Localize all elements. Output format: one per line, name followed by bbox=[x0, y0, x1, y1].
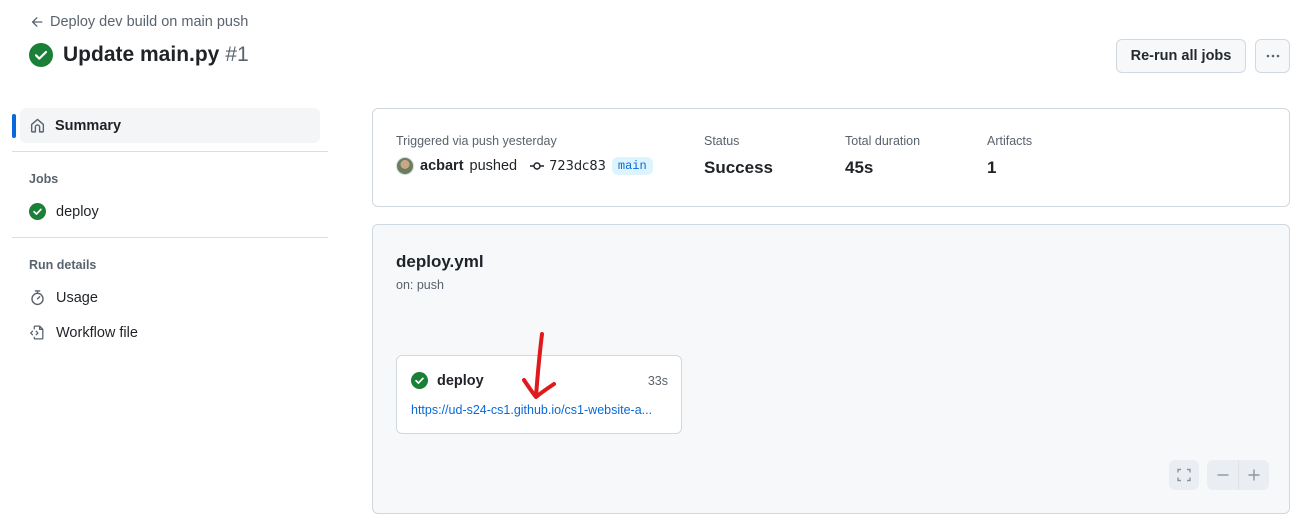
run-summary-card: Triggered via push yesterday acbart push… bbox=[372, 108, 1290, 207]
workflow-trigger: on: push bbox=[396, 278, 444, 292]
active-indicator bbox=[12, 114, 16, 138]
stopwatch-icon bbox=[31, 290, 44, 306]
sidebar-item-summary[interactable]: Summary bbox=[12, 108, 320, 143]
zoom-out-button[interactable] bbox=[1207, 460, 1238, 490]
sidebar-job-deploy[interactable]: deploy bbox=[12, 194, 328, 229]
home-icon bbox=[30, 118, 45, 133]
check-circle-icon bbox=[411, 372, 428, 389]
plus-icon bbox=[1248, 469, 1260, 481]
divider bbox=[12, 151, 328, 152]
zoom-controls bbox=[1207, 460, 1269, 490]
git-commit-icon bbox=[530, 162, 545, 170]
user-link[interactable]: acbart bbox=[420, 158, 464, 174]
fullscreen-button[interactable] bbox=[1169, 460, 1199, 490]
artifacts-label: Artifacts bbox=[987, 134, 1033, 148]
status-label: Status bbox=[704, 134, 740, 148]
back-to-workflow-link[interactable]: Deploy dev build on main push bbox=[30, 14, 248, 30]
sidebar-item-usage[interactable]: Usage bbox=[12, 280, 328, 315]
workflow-file-name: deploy.yml bbox=[396, 252, 484, 271]
artifacts-field: Artifacts 1 bbox=[987, 134, 1032, 178]
duration-label: Total duration bbox=[845, 134, 921, 148]
job-label: deploy bbox=[56, 203, 99, 220]
fullscreen-icon bbox=[1177, 468, 1191, 482]
job-node-deploy[interactable]: deploy 33s https://ud-s24-cs1.github.io/… bbox=[396, 355, 682, 434]
run-number: #1 bbox=[225, 43, 249, 66]
page-title: Update main.py #1 bbox=[63, 43, 249, 67]
run-title: Update main.py bbox=[63, 43, 220, 66]
sidebar-item-workflow-file[interactable]: Workflow file bbox=[12, 315, 328, 350]
action-text: pushed bbox=[469, 158, 518, 174]
job-name: deploy bbox=[437, 372, 484, 389]
avatar[interactable] bbox=[396, 157, 414, 175]
zoom-in-button[interactable] bbox=[1238, 460, 1269, 490]
check-circle-icon bbox=[29, 43, 53, 67]
artifacts-value[interactable]: 1 bbox=[987, 158, 1032, 178]
commit-link[interactable]: 723dc83 bbox=[529, 159, 606, 174]
sidebar-item-label: Summary bbox=[55, 117, 122, 134]
workflow-graph-card: deploy.yml on: push deploy 33s https://u… bbox=[372, 224, 1290, 514]
minus-icon bbox=[1217, 474, 1228, 476]
trigger-field: Triggered via push yesterday acbart push… bbox=[396, 134, 653, 175]
commit-sha: 723dc83 bbox=[549, 158, 606, 174]
page-title-row: Update main.py #1 bbox=[29, 43, 249, 67]
status-value: Success bbox=[704, 158, 773, 177]
rerun-all-jobs-button[interactable]: Re-run all jobs bbox=[1116, 39, 1246, 73]
sidebar: Summary Jobs deploy Run details Usage Wo… bbox=[12, 108, 328, 350]
branch-badge[interactable]: main bbox=[611, 157, 653, 175]
duration-value[interactable]: 45s bbox=[845, 158, 920, 178]
jobs-section-label: Jobs bbox=[29, 172, 59, 186]
divider bbox=[12, 237, 328, 238]
duration-field: Total duration 45s bbox=[845, 134, 920, 178]
run-details-section-label: Run details bbox=[29, 258, 97, 272]
arrow-left-icon bbox=[31, 17, 43, 27]
usage-label: Usage bbox=[56, 289, 98, 306]
trigger-label: Triggered via push yesterday bbox=[396, 134, 557, 148]
check-circle-icon bbox=[29, 203, 46, 220]
job-duration: 33s bbox=[647, 374, 668, 388]
workflow-file-label: Workflow file bbox=[56, 324, 138, 341]
status-field: Status Success bbox=[704, 134, 773, 178]
more-options-button[interactable] bbox=[1255, 39, 1290, 73]
back-link-label: Deploy dev build on main push bbox=[50, 14, 249, 30]
kebab-horizontal-icon bbox=[1266, 54, 1279, 58]
file-code-icon bbox=[30, 325, 44, 340]
deployment-url-link[interactable]: https://ud-s24-cs1.github.io/cs1-website… bbox=[411, 403, 671, 417]
